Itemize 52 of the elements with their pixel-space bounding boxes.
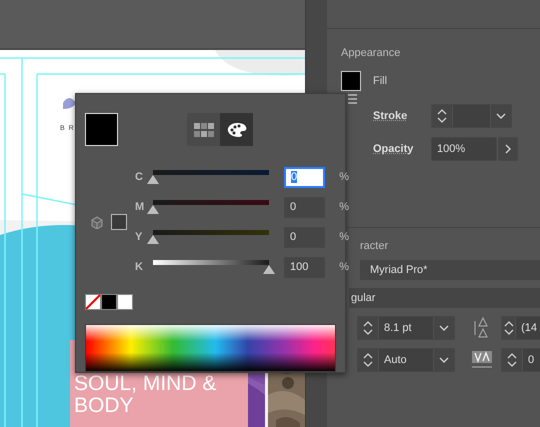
expand-button[interactable]	[498, 137, 518, 161]
web-color-swatch[interactable]	[111, 214, 127, 230]
fill-swatch[interactable]	[341, 71, 361, 91]
color-spectrum[interactable]	[85, 324, 336, 372]
color-swatch[interactable]	[117, 294, 133, 310]
channel-label: K	[135, 261, 144, 273]
slider-thumb[interactable]	[263, 265, 275, 274]
color-swatch[interactable]	[101, 294, 117, 310]
stepper-icon	[437, 108, 447, 124]
fill-label: Fill	[373, 75, 388, 87]
tracking-field[interactable]: 0	[501, 348, 540, 372]
slider-thumb[interactable]	[147, 205, 159, 214]
value-field[interactable]: 100	[284, 256, 325, 278]
channel-label: M	[135, 201, 146, 213]
unit-label: %	[339, 261, 349, 273]
stepper-icon	[363, 320, 373, 336]
section-title: racter	[359, 240, 390, 252]
value-field[interactable]: 0	[284, 196, 325, 218]
font-family-field[interactable]: Myriad Pro*	[360, 260, 540, 280]
stroke-field[interactable]	[431, 104, 512, 128]
stepper-icon	[507, 352, 517, 368]
font-style-field[interactable]: gular	[349, 288, 540, 308]
kerning-field[interactable]: Auto	[357, 348, 455, 372]
palette-icon	[226, 122, 246, 138]
chevron-down-icon	[439, 325, 449, 331]
value-field[interactable]: 0	[284, 166, 325, 188]
chevron-right-icon	[505, 144, 511, 154]
no-color-swatch[interactable]	[85, 294, 101, 310]
font-size-field[interactable]: 8.1 pt	[357, 316, 455, 340]
unit-label: %	[339, 171, 349, 183]
slider-thumb[interactable]	[147, 175, 159, 184]
logo-icon	[63, 97, 76, 109]
opacity-field[interactable]: 100%	[431, 137, 497, 161]
stepper-icon	[363, 352, 373, 368]
slider-thumb[interactable]	[147, 235, 159, 244]
value-field[interactable]: 0	[284, 226, 325, 248]
cube-icon[interactable]	[91, 216, 103, 228]
headline-text: BODY	[74, 395, 135, 417]
tracking-icon	[471, 350, 493, 370]
unit-label: %	[339, 201, 349, 213]
channel-label: C	[135, 171, 144, 183]
chevron-down-icon	[439, 357, 449, 363]
channel-label: Y	[135, 231, 144, 243]
chevron-down-icon	[496, 113, 506, 119]
section-title: Appearance	[341, 47, 402, 59]
leading-field[interactable]: (14	[501, 316, 540, 340]
unit-label: %	[339, 231, 349, 243]
current-color-swatch	[85, 113, 118, 146]
mode-tab[interactable]	[220, 113, 253, 146]
stepper-icon	[504, 320, 514, 336]
headline-text: SOUL, MIND &	[74, 373, 218, 395]
swatch-grid-icon	[194, 122, 214, 136]
